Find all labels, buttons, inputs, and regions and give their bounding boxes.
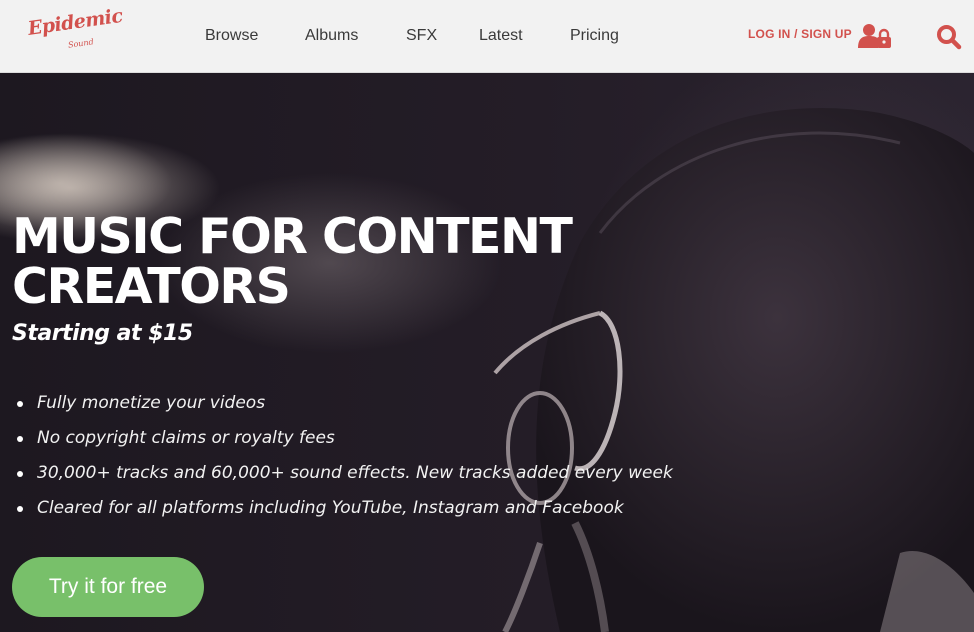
feature-text: 30,000+ tracks and 60,000+ sound effects… xyxy=(37,463,673,483)
epidemic-sound-logo[interactable]: Epidemic Sound xyxy=(26,5,123,54)
logo-subtext: Sound xyxy=(67,37,95,50)
feature-text: Cleared for all platforms including YouT… xyxy=(37,498,624,518)
headline-line-1: MUSIC FOR CONTENT xyxy=(12,208,573,265)
list-item: Cleared for all platforms including YouT… xyxy=(14,498,673,533)
try-for-free-button[interactable]: Try it for free xyxy=(12,557,204,617)
user-lock-icon[interactable] xyxy=(858,23,892,49)
list-item: Fully monetize your videos xyxy=(14,393,673,428)
nav-item-pricing[interactable]: Pricing xyxy=(570,0,619,72)
search-icon[interactable] xyxy=(936,24,962,50)
bullet-icon xyxy=(17,401,23,407)
bullet-icon xyxy=(17,506,23,512)
feature-list: Fully monetize your videos No copyright … xyxy=(14,393,673,533)
login-signup-link[interactable]: LOG IN / SIGN UP xyxy=(748,27,852,41)
pricing-subhead: Starting at $15 xyxy=(12,321,193,346)
feature-text: No copyright claims or royalty fees xyxy=(37,428,335,448)
headline-line-2: CREATORS xyxy=(12,258,291,315)
hero-background-photo xyxy=(0,108,974,632)
nav-item-albums[interactable]: Albums xyxy=(305,0,358,72)
nav-item-latest[interactable]: Latest xyxy=(479,0,523,72)
bullet-icon xyxy=(17,436,23,442)
list-item: No copyright claims or royalty fees xyxy=(14,428,673,463)
bullet-icon xyxy=(17,471,23,477)
hero-section: MUSIC FOR CONTENT CREATORS Starting at $… xyxy=(0,73,974,632)
nav-item-browse[interactable]: Browse xyxy=(205,0,258,72)
logo-wordmark: Epidemic xyxy=(26,4,124,40)
hero-headline: MUSIC FOR CONTENT CREATORS xyxy=(12,212,652,312)
list-item: 30,000+ tracks and 60,000+ sound effects… xyxy=(14,463,673,498)
nav-item-sfx[interactable]: SFX xyxy=(406,0,437,72)
feature-text: Fully monetize your videos xyxy=(37,393,266,413)
top-navigation-bar: Epidemic Sound Browse Albums SFX Latest … xyxy=(0,0,974,73)
